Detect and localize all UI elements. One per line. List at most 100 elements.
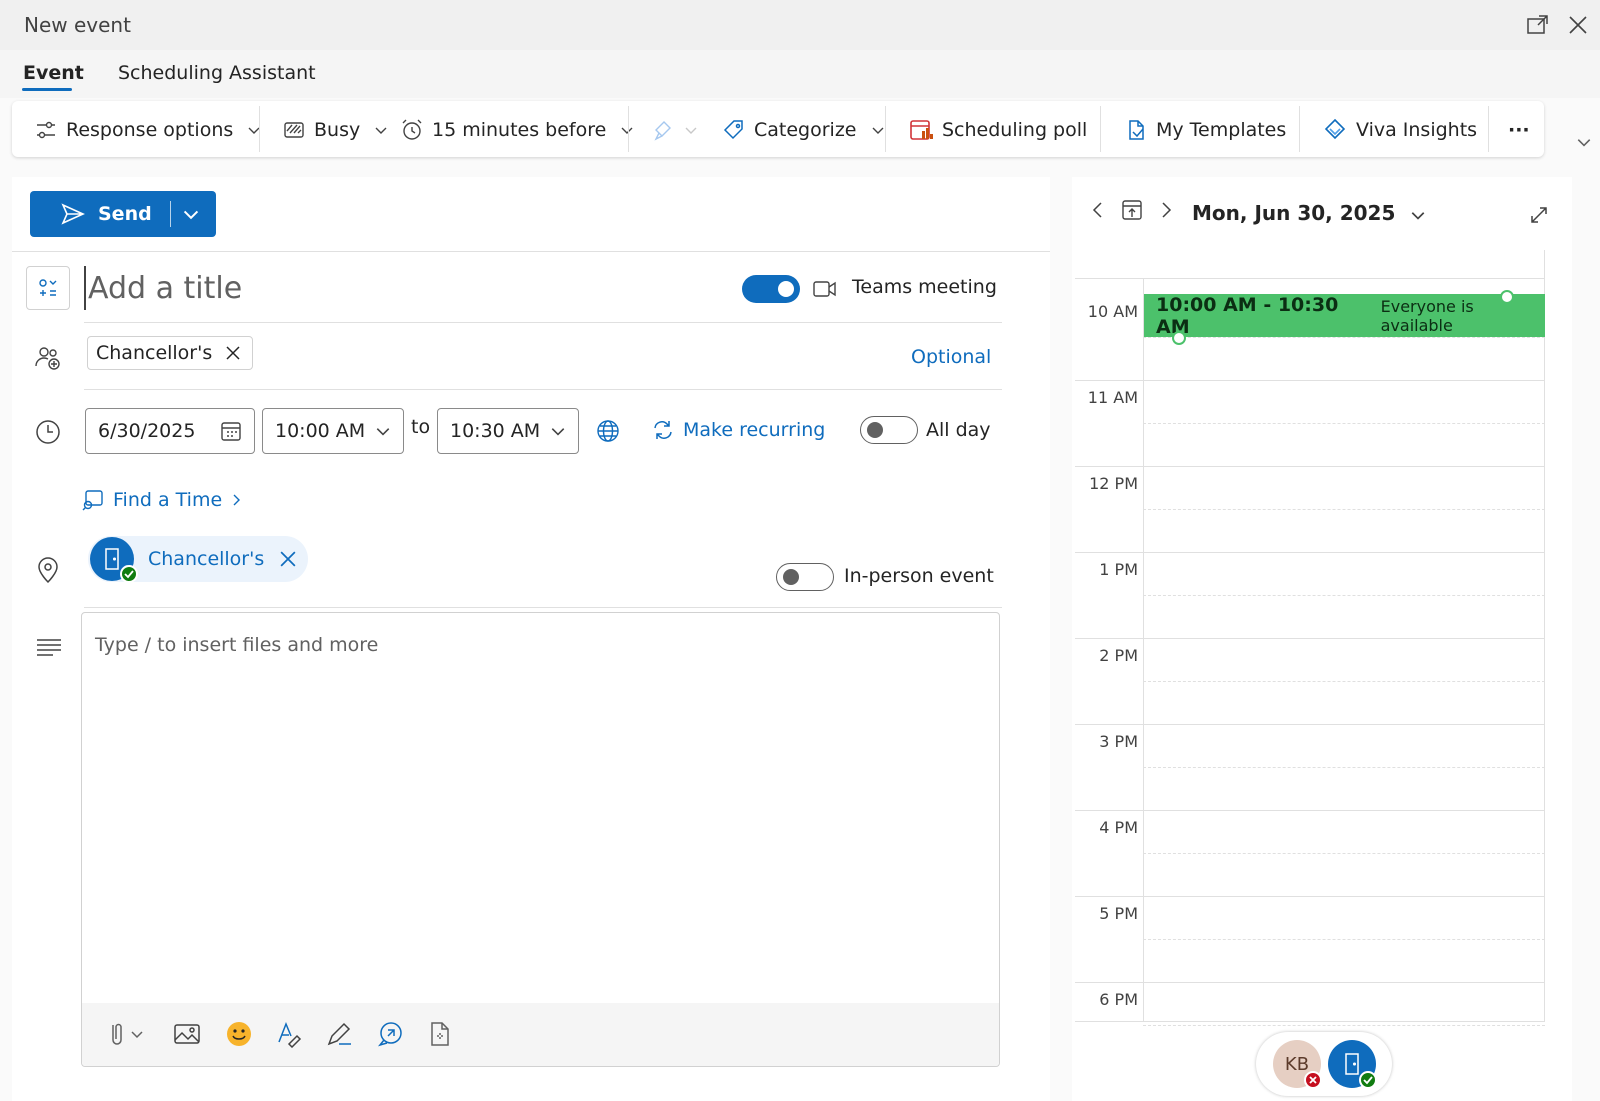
- calendar-date-label: Mon, Jun 30, 2025: [1192, 201, 1396, 225]
- event-title-input[interactable]: [84, 266, 684, 310]
- find-a-time-label: Find a Time: [113, 489, 223, 511]
- tag-icon: [722, 118, 746, 142]
- text-lines-icon: [36, 638, 62, 656]
- ribbon-divider: [259, 106, 260, 152]
- hour-label: 10 AM: [1087, 302, 1138, 321]
- ribbon-divider: [628, 106, 629, 152]
- start-date-picker[interactable]: 6/30/2025: [85, 408, 255, 454]
- event-body-editor[interactable]: [81, 612, 1000, 1067]
- send-button[interactable]: Send: [30, 191, 216, 237]
- response-options-button[interactable]: Response options: [34, 114, 261, 146]
- proposed-event-block[interactable]: 10:00 AM - 10:30 AM Everyone is availabl…: [1144, 294, 1545, 338]
- hour-line: [1075, 724, 1545, 725]
- window-title: New event: [24, 13, 131, 37]
- attendee-avatar-kb[interactable]: KB: [1273, 1040, 1322, 1089]
- toggle-knob: [867, 422, 883, 438]
- shapes-icon: [36, 276, 60, 300]
- end-time-select[interactable]: 10:30 AM: [437, 408, 579, 454]
- format-text-icon[interactable]: [275, 1020, 303, 1048]
- divider: [84, 389, 1002, 390]
- reminder-button[interactable]: 15 minutes before: [400, 114, 634, 146]
- scheduling-poll-icon: [908, 117, 934, 143]
- make-recurring-button[interactable]: Make recurring: [651, 418, 825, 442]
- categorize-button[interactable]: Categorize: [722, 114, 885, 146]
- event-start-resize-handle[interactable]: [1172, 331, 1186, 345]
- optional-attendees-link[interactable]: Optional: [911, 346, 991, 368]
- chevron-down-icon: [375, 423, 391, 439]
- time-zone-globe-icon[interactable]: [595, 418, 621, 444]
- hour-line: [1075, 638, 1545, 639]
- title-bar: [0, 0, 1600, 50]
- insert-loop-component-icon[interactable]: [426, 1020, 454, 1048]
- show-as-button[interactable]: Busy: [282, 114, 388, 146]
- room-avatar: [90, 537, 138, 583]
- divider: [84, 322, 1002, 323]
- remove-attendee-close-icon[interactable]: [226, 346, 240, 360]
- teams-meeting-label: Teams meeting: [852, 276, 997, 298]
- event-type-icon-button[interactable]: [26, 266, 70, 310]
- expand-ribbon-icon[interactable]: [1576, 134, 1592, 150]
- viva-insights-icon: [1322, 117, 1348, 143]
- draw-pen-icon[interactable]: [325, 1020, 353, 1048]
- recurring-arrows-icon: [651, 418, 675, 442]
- send-options-chevron-icon[interactable]: [182, 205, 200, 223]
- scheduling-poll-label: Scheduling poll: [942, 119, 1088, 141]
- half-hour-line: [1143, 681, 1545, 682]
- to-label: to: [411, 416, 431, 438]
- in-person-event-label: In-person event: [844, 565, 994, 587]
- divider: [84, 607, 1002, 608]
- start-time-select[interactable]: 10:00 AM: [262, 408, 404, 454]
- copilot-chat-icon[interactable]: [376, 1020, 404, 1048]
- event-end-resize-handle[interactable]: [1500, 290, 1514, 304]
- hour-label: 6 PM: [1099, 990, 1138, 1009]
- sliders-icon: [34, 118, 58, 142]
- calendar-time-grid[interactable]: [1075, 250, 1545, 1022]
- remove-location-close-icon[interactable]: [280, 551, 296, 567]
- teams-meeting-toggle[interactable]: [742, 275, 800, 303]
- pop-out-icon[interactable]: [1526, 13, 1550, 37]
- start-time-value: 10:00 AM: [275, 420, 366, 442]
- attach-file-button[interactable]: [104, 1020, 148, 1048]
- expand-calendar-icon[interactable]: [1530, 206, 1548, 224]
- in-person-event-toggle[interactable]: [776, 563, 834, 591]
- templates-icon: [1124, 118, 1148, 142]
- location-chip[interactable]: Chancellor's: [88, 536, 308, 583]
- scheduling-poll-button[interactable]: Scheduling poll: [908, 114, 1087, 146]
- find-a-time-link[interactable]: Find a Time: [81, 488, 242, 512]
- reminder-label: 15 minutes before: [432, 119, 607, 141]
- hour-label: 4 PM: [1099, 818, 1138, 837]
- hour-line: [1075, 982, 1545, 983]
- hour-label: 3 PM: [1099, 732, 1138, 751]
- toggle-knob: [783, 569, 799, 585]
- emoji-icon[interactable]: [225, 1020, 253, 1048]
- response-options-label: Response options: [66, 119, 234, 141]
- location-pin-icon: [36, 556, 60, 584]
- calendar-date-picker[interactable]: Mon, Jun 30, 2025: [1192, 201, 1426, 225]
- attendee-avatar-room[interactable]: [1328, 1040, 1377, 1089]
- end-time-value: 10:30 AM: [450, 420, 541, 442]
- go-to-today-icon[interactable]: [1120, 198, 1144, 222]
- half-hour-line: [1143, 423, 1545, 424]
- body-placeholder: Type / to insert files and more: [95, 634, 379, 656]
- calendar-icon: [220, 420, 242, 442]
- hour-label: 5 PM: [1099, 904, 1138, 923]
- close-icon[interactable]: [1566, 13, 1590, 37]
- tab-event[interactable]: Event: [23, 62, 84, 84]
- half-hour-line: [1143, 853, 1545, 854]
- format-painter-button[interactable]: [652, 114, 698, 146]
- hour-line: [1075, 466, 1545, 467]
- previous-day-icon[interactable]: [1086, 198, 1110, 222]
- attendee-chip[interactable]: Chancellor's: [87, 336, 254, 370]
- insert-picture-icon[interactable]: [173, 1020, 201, 1048]
- busy-icon: [282, 118, 306, 142]
- time-gutter-divider: [1143, 278, 1144, 1022]
- all-day-toggle[interactable]: [860, 416, 918, 444]
- ribbon-divider: [885, 106, 886, 152]
- viva-insights-button[interactable]: Viva Insights: [1322, 114, 1477, 146]
- tab-scheduling-assistant[interactable]: Scheduling Assistant: [118, 62, 316, 84]
- toggle-knob: [778, 281, 794, 297]
- more-options-button[interactable]: ···: [1508, 114, 1530, 146]
- my-templates-button[interactable]: My Templates: [1124, 114, 1286, 146]
- next-day-icon[interactable]: [1154, 198, 1178, 222]
- send-icon: [60, 202, 86, 226]
